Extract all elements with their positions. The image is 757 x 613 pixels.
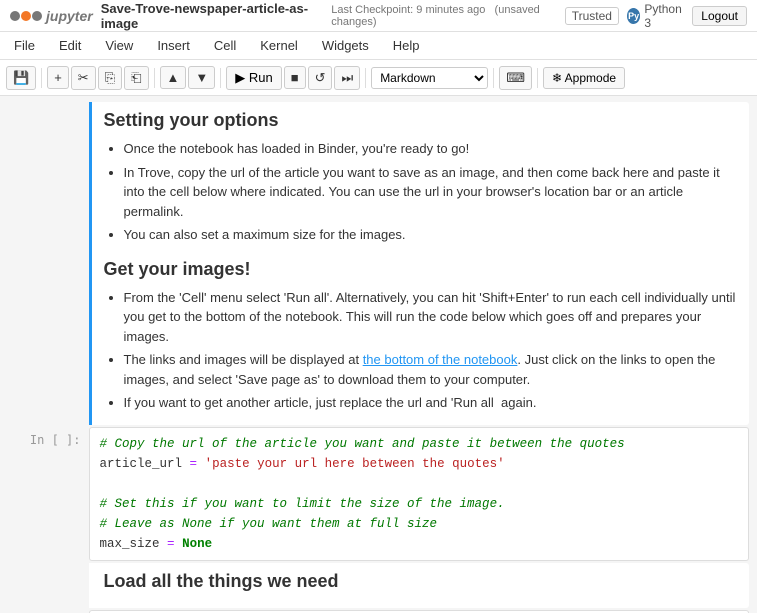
list-item: Once the notebook has loaded in Binder, … xyxy=(124,139,737,159)
code-gutter-1: In [ ]: xyxy=(9,427,89,561)
code-comment: # Set this if you want to limit the size… xyxy=(100,497,505,511)
logout-button[interactable]: Logout xyxy=(692,6,747,26)
list-item: In Trove, copy the url of the article yo… xyxy=(124,163,737,222)
menu-edit[interactable]: Edit xyxy=(55,36,85,55)
toolbar-sep-2 xyxy=(154,68,155,88)
paste-button[interactable]: ⎗ xyxy=(124,66,148,90)
topbar-left: jupyter Save-Trove-newspaper-article-as-… xyxy=(10,1,565,31)
topbar-right: Trusted Py Python 3 Logout xyxy=(565,2,747,30)
cell-gutter-1 xyxy=(9,102,89,425)
run-button[interactable]: ▶ Run xyxy=(226,66,281,90)
notebook-title: Save-Trove-newspaper-article-as-image xyxy=(101,1,324,31)
checkpoint-info: Last Checkpoint: 9 minutes ago (unsaved … xyxy=(331,4,564,28)
logo-circle-center xyxy=(21,11,31,21)
menu-help[interactable]: Help xyxy=(389,36,424,55)
menu-view[interactable]: View xyxy=(101,36,137,55)
jupyter-logo: jupyter xyxy=(10,8,93,24)
menubar: File Edit View Insert Cell Kernel Widget… xyxy=(0,32,757,60)
cut-button[interactable]: ✂ xyxy=(71,66,96,90)
list-item: If you want to get another article, just… xyxy=(124,393,737,413)
save-button[interactable]: 💾 xyxy=(6,66,36,90)
in-label-1: In [ ]: xyxy=(30,433,81,447)
markdown-cell-2: Load all the things we need xyxy=(9,563,749,608)
code-line: # Copy the url of the article you want a… xyxy=(100,434,738,454)
code-line: # Leave as None if you want them at full… xyxy=(100,514,738,534)
stop-button[interactable]: ■ xyxy=(284,66,306,89)
menu-file[interactable]: File xyxy=(10,36,39,55)
toolbar-sep-6 xyxy=(537,68,538,88)
code-equals: = xyxy=(190,457,198,471)
heading-load-things: Load all the things we need xyxy=(104,571,737,592)
setting-options-list: Once the notebook has loaded in Binder, … xyxy=(124,139,737,245)
appmode-button[interactable]: ❄ Appmode xyxy=(543,67,625,89)
jupyter-text: jupyter xyxy=(46,8,93,24)
list-item: You can also set a maximum size for the … xyxy=(124,225,737,245)
code-comment: # Copy the url of the article you want a… xyxy=(100,437,625,451)
code-var: article_url xyxy=(100,457,183,471)
keyboard-button[interactable]: ⌨ xyxy=(499,66,532,90)
notebook: Setting your options Once the notebook h… xyxy=(0,96,757,613)
code-line: max_size = None xyxy=(100,534,738,554)
topbar: jupyter Save-Trove-newspaper-article-as-… xyxy=(0,0,757,32)
code-line: article_url = 'paste your url here betwe… xyxy=(100,454,738,474)
code-line xyxy=(100,474,738,494)
code-cell-2: In [ ]: import requests from IPython.dis… xyxy=(9,610,749,613)
heading-setting-options: Setting your options xyxy=(104,110,737,131)
python-badge: Py Python 3 xyxy=(627,2,684,30)
code-equals: = xyxy=(167,537,175,551)
code-none: None xyxy=(182,537,212,551)
menu-kernel[interactable]: Kernel xyxy=(256,36,302,55)
logo-circle-right xyxy=(32,11,42,21)
cell-gutter-2 xyxy=(9,563,89,608)
toolbar-sep-5 xyxy=(493,68,494,88)
skip-button[interactable]: ⏭ xyxy=(334,66,360,90)
toolbar-sep-3 xyxy=(220,68,221,88)
jupyter-logo-circles xyxy=(10,11,42,21)
code-content-1[interactable]: # Copy the url of the article you want a… xyxy=(89,427,749,561)
code-cell-1: In [ ]: # Copy the url of the article yo… xyxy=(9,427,749,561)
menu-widgets[interactable]: Widgets xyxy=(318,36,373,55)
toolbar-sep-4 xyxy=(365,68,366,88)
markdown-cell-1: Setting your options Once the notebook h… xyxy=(9,102,749,425)
logo-circle-left xyxy=(10,11,20,21)
add-cell-button[interactable]: + xyxy=(47,66,69,89)
list-item: The links and images will be displayed a… xyxy=(124,350,737,389)
code-var: max_size xyxy=(100,537,160,551)
cell-type-select[interactable]: Markdown Code Raw NBConvert xyxy=(371,67,488,89)
copy-button[interactable]: ⎘ xyxy=(98,66,122,90)
list-item: From the 'Cell' menu select 'Run all'. A… xyxy=(124,288,737,347)
cell-content-1: Setting your options Once the notebook h… xyxy=(89,102,749,425)
toolbar-sep-1 xyxy=(41,68,42,88)
get-images-list: From the 'Cell' menu select 'Run all'. A… xyxy=(124,288,737,413)
toolbar: 💾 + ✂ ⎘ ⎗ ▲ ▼ ▶ Run ■ ↺ ⏭ Markdown Code … xyxy=(0,60,757,96)
code-line: # Set this if you want to limit the size… xyxy=(100,494,738,514)
code-string: 'paste your url here between the quotes' xyxy=(205,457,505,471)
trusted-badge: Trusted xyxy=(565,7,619,25)
move-up-button[interactable]: ▲ xyxy=(160,66,187,89)
python-icon: Py xyxy=(627,8,640,24)
code-comment: # Leave as None if you want them at full… xyxy=(100,517,438,531)
code-content-2[interactable]: import requests from IPython.display imp… xyxy=(89,610,749,613)
cell-content-2: Load all the things we need xyxy=(89,563,749,608)
menu-insert[interactable]: Insert xyxy=(153,36,194,55)
menu-cell[interactable]: Cell xyxy=(210,36,240,55)
heading-get-images: Get your images! xyxy=(104,259,737,280)
cell-area: Setting your options Once the notebook h… xyxy=(9,96,749,613)
code-gutter-2: In [ ]: xyxy=(9,610,89,613)
move-down-button[interactable]: ▼ xyxy=(188,66,215,89)
bottom-link[interactable]: the bottom of the notebook xyxy=(363,352,518,367)
restart-button[interactable]: ↺ xyxy=(308,66,333,90)
